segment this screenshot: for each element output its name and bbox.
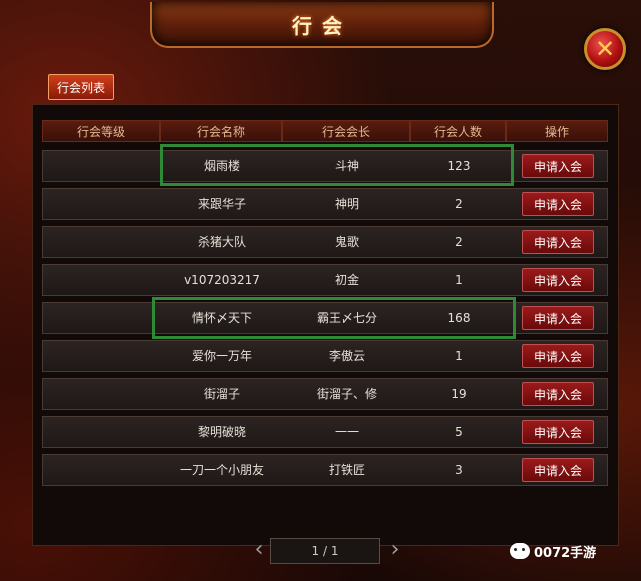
guild-members: 1 [455, 273, 463, 287]
guild-members: 5 [455, 425, 463, 439]
header-leader: 行会会长 [282, 120, 410, 142]
prev-page-icon[interactable]: ‹ [250, 538, 268, 564]
table-row[interactable]: 杀猪大队 鬼歌 2 申请入会 [42, 226, 608, 258]
guild-leader: 李傲云 [328, 349, 365, 363]
watermark: 0072手游 [510, 536, 620, 566]
pagination: ‹ 1 / 1 › [250, 538, 400, 564]
window-title: 行会 [292, 13, 352, 38]
apply-join-button[interactable]: 申请入会 [522, 154, 594, 178]
guild-level [43, 379, 161, 409]
close-icon: ✕ [594, 35, 616, 63]
guild-members: 3 [455, 463, 463, 477]
title-bar: 行会 [150, 2, 494, 48]
table-header: 行会等级 行会名称 行会会长 行会人数 操作 [42, 120, 608, 142]
header-members: 行会人数 [410, 120, 506, 142]
guild-leader: 鬼歌 [334, 235, 359, 249]
guild-level [43, 227, 161, 257]
apply-join-button[interactable]: 申请入会 [522, 306, 594, 330]
guild-level [43, 455, 161, 485]
guild-leader: 打铁匠 [328, 463, 365, 477]
page-indicator: 1 / 1 [270, 538, 380, 564]
apply-join-button[interactable]: 申请入会 [522, 344, 594, 368]
guild-members: 2 [455, 197, 463, 211]
wechat-icon [510, 543, 530, 559]
apply-join-button[interactable]: 申请入会 [522, 458, 594, 482]
table-row[interactable]: 一刀一个小朋友 打铁匠 3 申请入会 [42, 454, 608, 486]
table-row[interactable]: 黎明破晓 一一 5 申请入会 [42, 416, 608, 448]
guild-name: 黎明破晓 [197, 425, 246, 439]
header-action: 操作 [506, 120, 608, 142]
header-level: 行会等级 [42, 120, 160, 142]
close-button[interactable]: ✕ [584, 28, 626, 70]
guild-leader: 神明 [334, 197, 359, 211]
guild-level [43, 417, 161, 447]
table-row[interactable]: 街溜子 街溜子、修 19 申请入会 [42, 378, 608, 410]
guild-level [43, 189, 161, 219]
guild-name: 来跟华子 [197, 197, 246, 211]
guild-level [43, 151, 161, 181]
guild-name: v107203217 [184, 273, 260, 287]
guild-members: 2 [455, 235, 463, 249]
apply-join-button[interactable]: 申请入会 [522, 420, 594, 444]
guild-name: 爱你一万年 [191, 349, 252, 363]
guild-leader: 初金 [334, 273, 359, 287]
header-name: 行会名称 [160, 120, 282, 142]
guild-level [43, 265, 161, 295]
apply-join-button[interactable]: 申请入会 [522, 268, 594, 292]
apply-join-button[interactable]: 申请入会 [522, 230, 594, 254]
highlight-box-2 [152, 297, 516, 339]
table-row[interactable]: 来跟华子 神明 2 申请入会 [42, 188, 608, 220]
apply-join-button[interactable]: 申请入会 [522, 192, 594, 216]
guild-leader: 一一 [334, 425, 359, 439]
apply-join-button[interactable]: 申请入会 [522, 382, 594, 406]
guild-level [43, 303, 161, 333]
tab-guild-list[interactable]: 行会列表 [48, 74, 114, 100]
watermark-text: 0072手游 [534, 545, 597, 561]
guild-leader: 街溜子、修 [316, 387, 377, 401]
table-row[interactable]: v107203217 初金 1 申请入会 [42, 264, 608, 296]
highlight-box-1 [160, 144, 514, 186]
next-page-icon[interactable]: › [386, 538, 404, 564]
guild-level [43, 341, 161, 371]
guild-name: 一刀一个小朋友 [179, 463, 264, 477]
guild-name: 杀猪大队 [197, 235, 246, 249]
guild-members: 19 [451, 387, 467, 401]
guild-members: 1 [455, 349, 463, 363]
table-row[interactable]: 爱你一万年 李傲云 1 申请入会 [42, 340, 608, 372]
guild-name: 街溜子 [203, 387, 240, 401]
